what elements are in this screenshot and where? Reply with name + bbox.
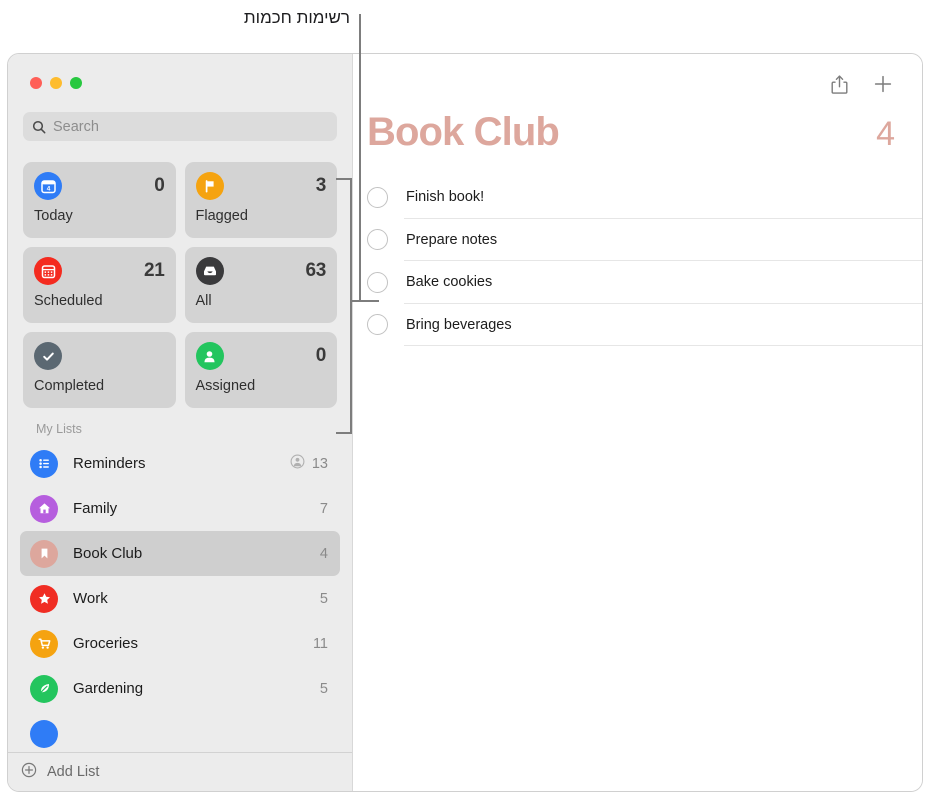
plus-icon[interactable] [873,74,893,94]
reminder-checkbox[interactable] [367,314,388,336]
search-icon [32,120,46,134]
smart-list-label: Scheduled [34,293,103,309]
calendar-day-icon: 4 [34,172,62,200]
detail-toolbar [353,54,922,114]
reminder-checkbox[interactable] [367,229,388,251]
smart-list-all[interactable]: 63 All [184,247,337,323]
circle-icon [30,719,58,748]
plus-circle-icon [21,762,37,783]
list-item-family[interactable]: Family 7 [20,486,340,531]
reminder-text: Finish book! [406,189,485,206]
flag-icon [195,172,224,200]
list-bullet-icon [30,449,58,478]
reminder-text: Bring beverages [406,316,512,333]
smart-list-count: 0 [154,175,165,196]
house-icon [30,494,58,523]
smart-list-count: 63 [305,260,326,281]
reminder-row[interactable]: Finish book! [353,176,922,219]
smart-list-completed[interactable]: Completed [23,332,176,408]
list-item-label: Work [73,590,108,607]
add-list-label: Add List [47,764,100,780]
list-item-groceries[interactable]: Groceries 11 [20,621,340,666]
smart-list-count: 0 [315,345,327,366]
reminder-row[interactable]: Prepare notes [353,219,922,261]
smart-list-flagged[interactable]: 3 Flagged [184,162,337,238]
list-item-book-club[interactable]: Book Club 4 [20,531,340,576]
list-item-count: 13 [311,455,328,472]
list-item-reminders[interactable]: Reminders 13 [20,441,340,486]
my-lists-header: My Lists [36,422,82,436]
leaf-icon [30,674,58,703]
add-list-button[interactable]: Add List [8,752,352,791]
smart-list-assigned[interactable]: 0 Assigned [184,332,337,408]
tray-icon [195,257,224,285]
reminder-checkbox[interactable] [367,271,388,293]
smart-list-label: Assigned [195,378,256,394]
search-input[interactable] [53,118,328,135]
svg-text:4: 4 [46,185,50,192]
list-item-label: Groceries [73,635,139,652]
list-item-label: Family [73,500,118,517]
smart-list-count: 3 [315,175,327,196]
my-lists-region: My Lists Reminders 13 Family 7 Book Club… [8,422,352,752]
smart-list-scheduled[interactable]: 21 Scheduled [23,247,176,323]
reminder-row[interactable]: Bring beverages [353,304,922,346]
search-field[interactable] [23,112,337,141]
reminder-text: Bake cookies [406,274,493,291]
smart-lists-grid: 4 0 Today 3 Flagged 21 Scheduled 63 All … [23,162,337,408]
list-item-count: 5 [319,590,328,607]
reminders-window: 4 0 Today 3 Flagged [7,53,923,792]
detail-count: 4 [876,115,895,153]
share-icon[interactable] [830,74,849,95]
minimize-button[interactable] [50,77,62,89]
detail-pane: Book Club 4 Finish book! Prepare notes B… [353,54,922,791]
my-lists-scroll[interactable]: Reminders 13 Family 7 Book Club 4 Work 5… [8,441,352,752]
reminder-text: Prepare notes [406,231,498,248]
smart-list-label: All [195,293,212,309]
list-item-label: Book Club [73,545,143,562]
close-button[interactable] [30,77,42,89]
smart-list-label: Today [34,208,73,224]
calendar-icon [34,257,62,285]
list-item-partial[interactable] [20,711,340,752]
sidebar: 4 0 Today 3 Flagged [8,54,353,791]
checkmark-icon [34,342,62,370]
smart-list-label: Flagged [195,208,248,224]
smart-list-count: 21 [143,260,165,281]
list-item-label: Reminders [73,455,146,472]
reminder-list: Finish book! Prepare notes Bake cookies … [353,176,922,346]
bookmark-icon [30,539,58,568]
reminder-checkbox[interactable] [367,186,388,208]
person-icon [195,342,224,370]
list-item-count: 5 [319,680,328,697]
cart-icon [30,629,58,658]
detail-header: Book Club 4 [353,110,922,155]
callout-label: רשימות חכמות [243,8,350,27]
shared-list-icon [290,454,305,474]
smart-list-today[interactable]: 4 0 Today [23,162,176,238]
window-controls [8,54,352,89]
row-separator [404,345,922,346]
list-item-count: 11 [312,635,328,652]
list-item-count: 4 [319,545,328,562]
page-title: Book Club [367,110,560,154]
list-item-count: 7 [319,500,328,517]
star-icon [30,584,58,613]
list-item-work[interactable]: Work 5 [20,576,340,621]
smart-list-label: Completed [34,378,105,394]
reminder-row[interactable]: Bake cookies [353,261,922,304]
zoom-button[interactable] [70,77,82,89]
list-item-gardening[interactable]: Gardening 5 [20,666,340,711]
list-item-label: Gardening [73,680,144,697]
